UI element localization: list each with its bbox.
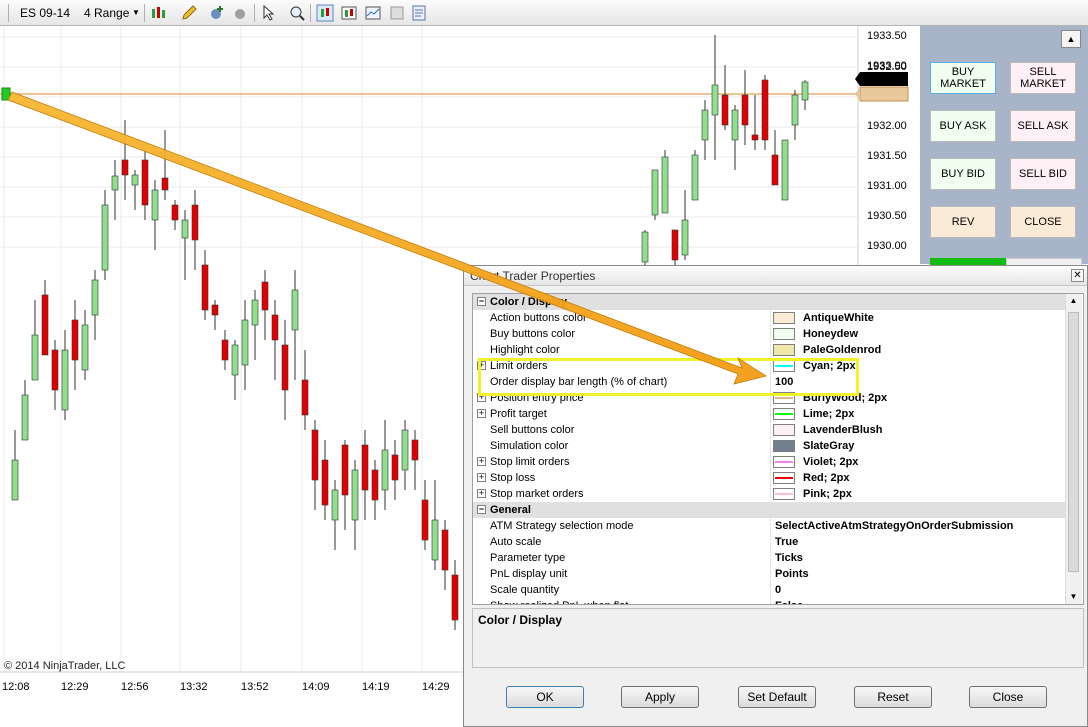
annotation-arrow (7, 91, 767, 385)
